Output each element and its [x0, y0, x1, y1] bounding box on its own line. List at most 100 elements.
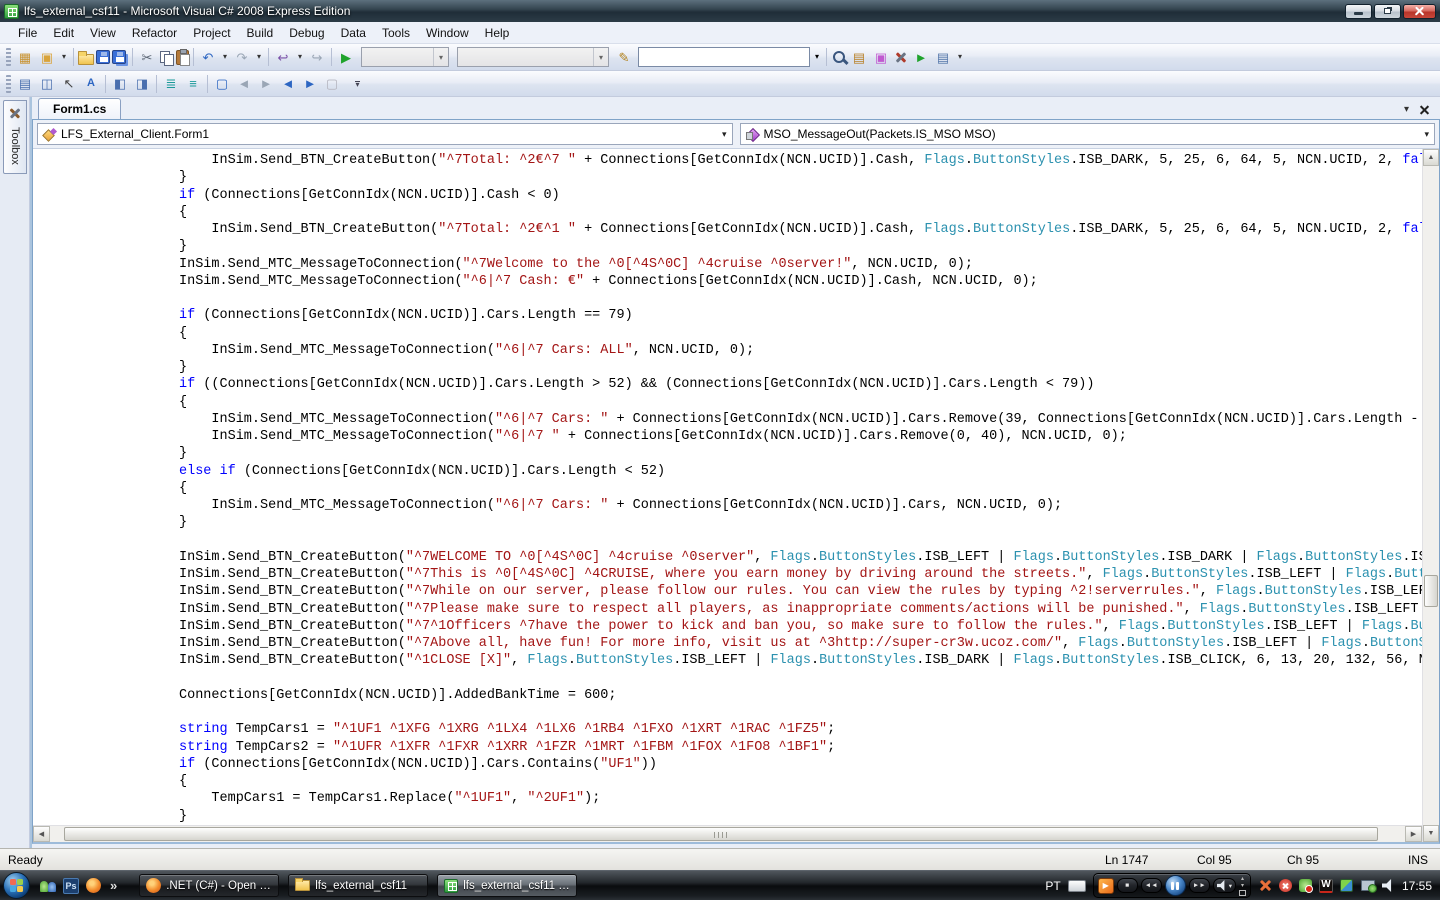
redo-icon[interactable]: ↷ — [232, 48, 252, 67]
parameter-info-icon[interactable]: ◫ — [37, 74, 57, 93]
toolbar-grip[interactable] — [6, 74, 11, 93]
navigate-forward-icon[interactable]: ↪ — [307, 48, 327, 67]
vscroll-thumb[interactable] — [1424, 574, 1438, 607]
menu-item-file[interactable]: File — [10, 23, 45, 43]
scroll-down-icon[interactable]: ▼ — [1423, 825, 1439, 842]
toolbox-tab[interactable]: Toolbox — [3, 100, 27, 174]
scroll-right-icon[interactable]: ▶ — [1405, 826, 1422, 842]
add-new-item-icon[interactable]: ▣ — [37, 48, 57, 67]
quick-launch-overflow-icon[interactable]: » — [110, 878, 117, 893]
save-all-icon[interactable] — [112, 50, 126, 64]
cut-icon[interactable]: ✂ — [137, 48, 157, 67]
media-player-icon[interactable]: ▶ — [1097, 877, 1114, 894]
undo-icon[interactable]: ↶ — [198, 48, 218, 67]
find-options-icon[interactable]: ✎ — [614, 48, 634, 67]
word-completion-icon[interactable]: A — [81, 74, 101, 93]
toolbar-options-dropdown-icon[interactable]: ▾ — [955, 48, 965, 67]
messenger-offline-icon[interactable] — [1298, 879, 1313, 893]
bookmark-prev-folder-icon[interactable]: ◄ — [278, 74, 298, 93]
paste-icon[interactable] — [176, 48, 190, 66]
new-project-icon[interactable]: ▦ — [15, 48, 35, 67]
undo-dropdown-icon[interactable]: ▾ — [220, 48, 230, 67]
toolbar-overflow-icon[interactable]: ▾ — [351, 80, 364, 88]
properties-window-icon[interactable]: ▤ — [849, 48, 869, 67]
increase-indent-icon[interactable]: ◨ — [132, 74, 152, 93]
toolbar-combo-2[interactable]: ▾ — [457, 47, 609, 67]
volume-button[interactable]: ▾ — [1212, 878, 1236, 893]
solution-explorer-icon[interactable]: ▤ — [933, 48, 953, 67]
start-debugging-icon[interactable]: ▶ — [336, 48, 356, 67]
bookmark-prev-icon[interactable]: ◄ — [234, 74, 254, 93]
task-button-firefox[interactable]: .NET (C#) - Open So... — [139, 874, 280, 897]
add-item-icon[interactable]: ▣ — [871, 48, 891, 67]
find-dropdown-icon[interactable]: ▾ — [812, 48, 822, 67]
vscroll-track[interactable] — [1423, 166, 1439, 825]
pause-button[interactable] — [1164, 875, 1186, 896]
external-tools-icon[interactable] — [893, 49, 909, 65]
hscroll-track[interactable] — [50, 826, 1405, 842]
add-new-item-dropdown-icon[interactable]: ▾ — [59, 48, 69, 67]
menu-item-help[interactable]: Help — [477, 23, 518, 43]
members-combo[interactable]: MSO_MessageOut(Packets.IS_MSO MSO) ▾ — [739, 123, 1435, 145]
task-button-visual-studio[interactable]: lfs_external_csf11 - ... — [437, 874, 578, 897]
toolbar-combo-1[interactable]: ▾ — [361, 47, 449, 67]
combo-dropdown-icon[interactable]: ▾ — [722, 129, 727, 140]
menu-item-view[interactable]: View — [82, 23, 124, 43]
find-in-files-icon[interactable] — [831, 49, 847, 65]
vertical-scrollbar[interactable]: ▲ ▼ — [1422, 149, 1439, 842]
hscroll-thumb[interactable] — [63, 827, 1378, 841]
clear-bookmarks-icon[interactable]: ▢ — [322, 74, 342, 93]
combo-dropdown-icon[interactable]: ▾ — [433, 48, 448, 66]
open-file-icon[interactable] — [78, 50, 94, 65]
combo-dropdown-icon[interactable]: ▾ — [1424, 129, 1429, 140]
menu-item-build[interactable]: Build — [239, 23, 282, 43]
code-editor[interactable]: InSim.Send_BTN_CreateButton("^7Total: ^2… — [33, 149, 1422, 825]
redo-dropdown-icon[interactable]: ▾ — [254, 48, 264, 67]
language-indicator[interactable]: PT — [1045, 879, 1060, 893]
save-icon[interactable] — [96, 50, 110, 64]
types-combo[interactable]: LFS_External_Client.Form1 ▾ — [37, 123, 733, 145]
navigate-browser-icon[interactable]: ► — [911, 48, 931, 67]
start-button[interactable] — [3, 872, 30, 899]
winamp-icon[interactable]: W — [1318, 878, 1333, 893]
quick-info-icon[interactable]: ↖ — [59, 74, 79, 93]
close-button[interactable] — [1403, 3, 1436, 19]
network-status-icon[interactable] — [1360, 880, 1377, 893]
document-list-dropdown-icon[interactable]: ▾ — [1404, 104, 1409, 115]
titlebar[interactable]: lfs_external_csf11 - Microsoft Visual C#… — [0, 0, 1440, 22]
menu-item-edit[interactable]: Edit — [45, 23, 82, 43]
minimize-button[interactable] — [1345, 3, 1372, 19]
uncomment-icon[interactable]: ≡ — [183, 74, 203, 93]
menu-item-data[interactable]: Data — [333, 23, 374, 43]
horizontal-scrollbar[interactable]: ◀ ▶ — [33, 825, 1422, 842]
menu-item-project[interactable]: Project — [185, 23, 238, 43]
photoshop-icon[interactable]: Ps — [63, 877, 79, 894]
member-list-icon[interactable]: ▤ — [15, 74, 35, 93]
menu-item-window[interactable]: Window — [418, 23, 477, 43]
menu-item-tools[interactable]: Tools — [374, 23, 418, 43]
scroll-up-icon[interactable]: ▲ — [1423, 149, 1439, 166]
volume-tray-icon[interactable] — [1381, 879, 1392, 892]
bookmark-toggle-icon[interactable]: ▢ — [212, 74, 232, 93]
previous-track-button[interactable]: ◄◄ — [1140, 878, 1162, 893]
security-alert-icon[interactable] — [1278, 879, 1292, 892]
menu-item-refactor[interactable]: Refactor — [124, 23, 185, 43]
menu-item-debug[interactable]: Debug — [281, 23, 332, 43]
stop-button[interactable]: ■ — [1116, 878, 1138, 893]
next-track-button[interactable]: ►► — [1188, 878, 1210, 893]
close-document-icon[interactable] — [1419, 104, 1430, 115]
decrease-indent-icon[interactable]: ◧ — [110, 74, 130, 93]
navigate-backward-icon[interactable]: ↩ — [273, 48, 293, 67]
bookmark-next-icon[interactable]: ► — [256, 74, 276, 93]
scroll-left-icon[interactable]: ◀ — [33, 826, 50, 842]
task-button-folder[interactable]: lfs_external_csf11 — [288, 874, 429, 897]
firefox-icon[interactable] — [86, 878, 101, 893]
messenger-alert-icon[interactable] — [1259, 879, 1272, 892]
clock[interactable]: 17:55 — [1402, 879, 1432, 893]
find-input[interactable] — [638, 47, 810, 67]
toolbar-grip[interactable] — [6, 48, 11, 66]
comment-icon[interactable]: ≣ — [161, 74, 181, 93]
tab-form1cs[interactable]: Form1.cs — [38, 98, 122, 119]
keyboard-layout-icon[interactable] — [1067, 879, 1086, 892]
media-player-deskband-controls[interactable]: ▴ ▾ — [1238, 876, 1246, 896]
